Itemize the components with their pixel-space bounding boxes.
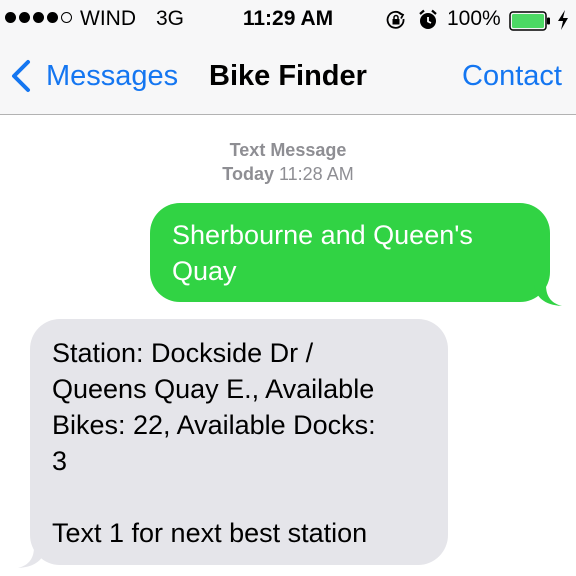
contact-button[interactable]: Contact	[462, 60, 562, 93]
message-timestamp: Today 11:28 AM	[0, 164, 576, 185]
incoming-bubble-tail	[18, 547, 46, 568]
battery-percent: 100%	[447, 7, 501, 30]
battery-icon	[509, 11, 550, 31]
chevron-left-icon	[12, 60, 30, 92]
message-line: Bikes: 22, Available Docks:	[52, 410, 376, 440]
message-thread[interactable]: Text Message Today 11:28 AM Sherbourne a…	[0, 115, 576, 576]
timestamp-day: Today	[222, 164, 274, 184]
timestamp-time: 11:28 AM	[278, 164, 354, 184]
rotation-lock-icon	[386, 10, 405, 29]
message-line: 3	[52, 446, 68, 476]
outgoing-bubble-tail	[534, 285, 562, 306]
message-line: Text 1 for next best station	[52, 518, 368, 548]
conversation-title: Bike Finder	[209, 60, 367, 92]
alarm-icon	[419, 9, 437, 29]
message-line: Queens Quay E., Available	[52, 374, 375, 404]
message-type-label: Text Message	[229, 140, 347, 160]
incoming-message-bubble[interactable]: Station: Dockside Dr / Queens Quay E., A…	[30, 319, 448, 565]
back-button-label: Messages	[46, 59, 179, 92]
back-button[interactable]: Messages	[10, 56, 178, 96]
navigation-bar: Messages Bike Finder Contact	[0, 40, 576, 115]
outgoing-message-bubble[interactable]: Sherbourne and Queen's Quay	[150, 203, 550, 302]
message-line: Station: Dockside Dr /	[52, 338, 314, 368]
status-bar: WIND 3G 11:29 AM 100%	[0, 0, 576, 40]
charging-icon	[558, 10, 568, 30]
message-line	[52, 479, 428, 515]
message-line: Sherbourne and Queen's	[172, 220, 473, 250]
message-line: Quay	[172, 256, 237, 286]
